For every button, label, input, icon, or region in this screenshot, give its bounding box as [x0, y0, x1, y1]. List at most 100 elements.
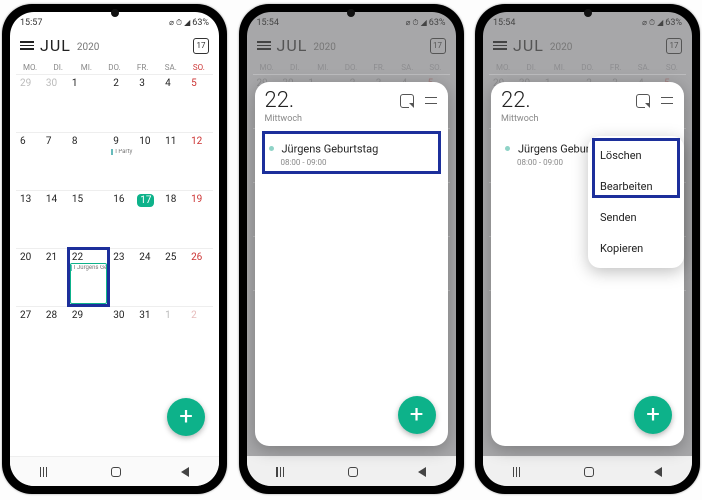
note-icon[interactable] [400, 94, 414, 108]
weekday-label: DI. [517, 61, 545, 74]
day-cell[interactable]: 6 [16, 132, 42, 190]
month-grid[interactable]: 2930123456789I Party10111213141516171819… [10, 74, 219, 364]
day-number: 11 [163, 136, 185, 147]
today-icon[interactable]: 17 [193, 38, 209, 54]
event-chip: I Party [111, 149, 133, 155]
calendar-header: JUL 2020 17 [10, 32, 219, 61]
day-cell[interactable]: 27 [16, 306, 42, 364]
day-cell[interactable]: 1 [68, 74, 109, 132]
weekday-row: MO.DI.MI.DO.FR.SA.SO. [483, 61, 692, 74]
day-cell[interactable]: 29 [16, 74, 42, 132]
day-cell[interactable]: 22I Jürgens Ge [68, 248, 109, 306]
nav-back-icon[interactable] [654, 467, 662, 477]
nav-recent-icon[interactable] [513, 467, 525, 477]
weekday-label: MO. [16, 61, 44, 74]
event-item[interactable]: Jürgens Geburtstag 08:00 - 09:00 [265, 134, 438, 171]
header-month[interactable]: JUL [40, 36, 71, 55]
day-cell[interactable]: 21 [42, 248, 68, 306]
day-cell[interactable]: 31 [135, 306, 161, 364]
day-cell[interactable]: 25 [161, 248, 187, 306]
view-options-icon[interactable] [660, 94, 674, 108]
day-cell[interactable]: 29 [68, 306, 109, 364]
ctx-edit[interactable]: Bearbeiten [588, 171, 684, 202]
weekday-label: SA. [630, 61, 658, 74]
day-cell[interactable]: 2 [187, 306, 213, 364]
menu-icon[interactable] [493, 41, 507, 50]
nav-recent-icon[interactable] [40, 467, 52, 477]
add-event-fab[interactable]: + [398, 396, 436, 434]
day-cell[interactable]: 19 [187, 190, 213, 248]
day-number: 9 [111, 136, 133, 147]
status-icons: ⌀ ⏱ ◢ [406, 18, 427, 28]
day-number: 6 [18, 136, 40, 147]
day-number: 30 [111, 310, 133, 321]
weekday-label: DO. [573, 61, 601, 74]
day-number: 19 [189, 194, 211, 205]
add-event-fab[interactable]: + [167, 398, 205, 436]
nav-recent-icon[interactable] [276, 467, 288, 477]
day-cell[interactable]: 15 [68, 190, 109, 248]
front-camera [347, 9, 355, 17]
day-cell[interactable]: 10 [135, 132, 161, 190]
nav-home-icon[interactable] [348, 467, 358, 477]
note-icon[interactable] [636, 94, 650, 108]
today-icon[interactable]: 17 [430, 38, 446, 54]
ctx-send[interactable]: Senden [588, 202, 684, 233]
day-cell[interactable]: 18 [161, 190, 187, 248]
weekday-label: DO. [100, 61, 128, 74]
day-number: 12 [189, 136, 211, 147]
day-number: 16 [111, 194, 133, 205]
day-cell[interactable]: 24 [135, 248, 161, 306]
day-cell[interactable]: 8 [68, 132, 109, 190]
weekday-label: FR. [365, 61, 393, 74]
day-cell[interactable]: 5 [187, 74, 213, 132]
day-cell[interactable]: 7 [42, 132, 68, 190]
weekday-label: SO. [185, 61, 213, 74]
phone-context-menu: 15:54 ⌀ ⏱ ◢ 63% JUL 2020 17 MO.DI.MI.DO.… [475, 4, 700, 494]
front-camera [111, 9, 119, 17]
day-cell[interactable]: 1 [161, 306, 187, 364]
weekday-label: MI. [545, 61, 573, 74]
weekday-label: DO. [337, 61, 365, 74]
android-navbar [247, 456, 456, 486]
day-cell[interactable]: 17 [135, 190, 161, 248]
day-cell[interactable]: 9 I Party [109, 132, 135, 190]
day-cell[interactable]: 26 [187, 248, 213, 306]
add-event-fab[interactable]: + [634, 396, 672, 434]
panel-date: 22. [265, 90, 303, 112]
day-cell[interactable]: 30 [109, 306, 135, 364]
day-cell[interactable]: 11 [161, 132, 187, 190]
ctx-delete[interactable]: Löschen [588, 140, 684, 171]
nav-back-icon[interactable] [181, 467, 189, 477]
menu-icon[interactable] [257, 41, 271, 50]
day-cell[interactable]: 28 [42, 306, 68, 364]
day-number: 22 [70, 252, 107, 263]
weekday-label: SA. [393, 61, 421, 74]
day-cell[interactable]: 13 [16, 190, 42, 248]
nav-home-icon[interactable] [584, 467, 594, 477]
header-year: 2020 [313, 42, 335, 53]
day-number: 29 [70, 310, 107, 321]
day-cell[interactable]: 4 [161, 74, 187, 132]
day-number: 2 [189, 310, 211, 321]
day-cell[interactable]: 23 [109, 248, 135, 306]
ctx-copy[interactable]: Kopieren [588, 233, 684, 264]
day-cell[interactable]: 30 [42, 74, 68, 132]
day-cell[interactable]: 16 [109, 190, 135, 248]
day-number: 8 [70, 136, 107, 147]
day-cell[interactable]: 2 [109, 74, 135, 132]
phone-month-view: 15:57 ⌀ ⏱ ◢ 63% JUL 2020 17 MO.DI.MI.DO.… [2, 4, 227, 494]
nav-home-icon[interactable] [111, 467, 121, 477]
context-menu: Löschen Bearbeiten Senden Kopieren [588, 136, 684, 268]
day-cell[interactable]: 12 [187, 132, 213, 190]
day-number: 25 [163, 252, 185, 263]
view-options-icon[interactable] [424, 94, 438, 108]
day-number: 7 [44, 136, 66, 147]
nav-back-icon[interactable] [418, 467, 426, 477]
today-icon[interactable]: 17 [666, 38, 682, 54]
menu-icon[interactable] [20, 41, 34, 50]
status-battery: 63% [665, 18, 682, 28]
day-cell[interactable]: 20 [16, 248, 42, 306]
day-cell[interactable]: 14 [42, 190, 68, 248]
day-cell[interactable]: 3 [135, 74, 161, 132]
